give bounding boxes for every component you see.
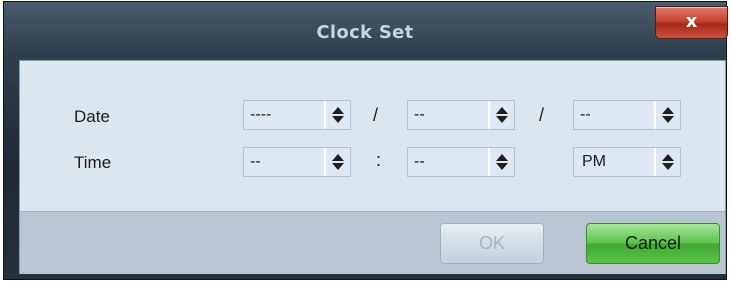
month-spinner[interactable]: -- [407,100,515,130]
close-button[interactable]: x [655,6,728,39]
clock-set-dialog: Clock Set x Date ---- / -- / -- Time -- … [3,1,728,280]
date-label: Date [74,107,110,126]
ok-button[interactable]: OK [440,223,544,264]
hour-value: -- [250,153,261,170]
day-value: -- [580,106,591,123]
dialog-content: Date ---- / -- / -- Time --: -- PM OK C… [19,60,726,274]
time-label: Time [74,153,112,172]
up-down-arrows-icon[interactable] [326,148,350,176]
year-value: ---- [250,106,272,123]
cancel-button[interactable]: Cancel [586,223,720,264]
ampm-value: PM [582,153,606,170]
up-down-arrows-icon[interactable] [490,101,514,129]
day-spinner[interactable]: -- [573,100,681,130]
up-down-arrows-icon[interactable] [656,101,680,129]
minute-value: -- [414,153,425,170]
time-separator: : [376,150,382,170]
close-icon: x [685,11,698,32]
month-value: -- [414,106,425,123]
date-separator: / [539,105,545,125]
ampm-spinner[interactable]: PM [573,147,681,177]
minute-spinner[interactable]: -- [407,147,515,177]
date-separator: / [373,105,379,125]
up-down-arrows-icon[interactable] [326,101,350,129]
hour-spinner[interactable]: -- [243,147,351,177]
up-down-arrows-icon[interactable] [656,148,680,176]
up-down-arrows-icon[interactable] [490,148,514,176]
year-spinner[interactable]: ---- [243,100,351,130]
dialog-title: Clock Set [316,22,414,43]
